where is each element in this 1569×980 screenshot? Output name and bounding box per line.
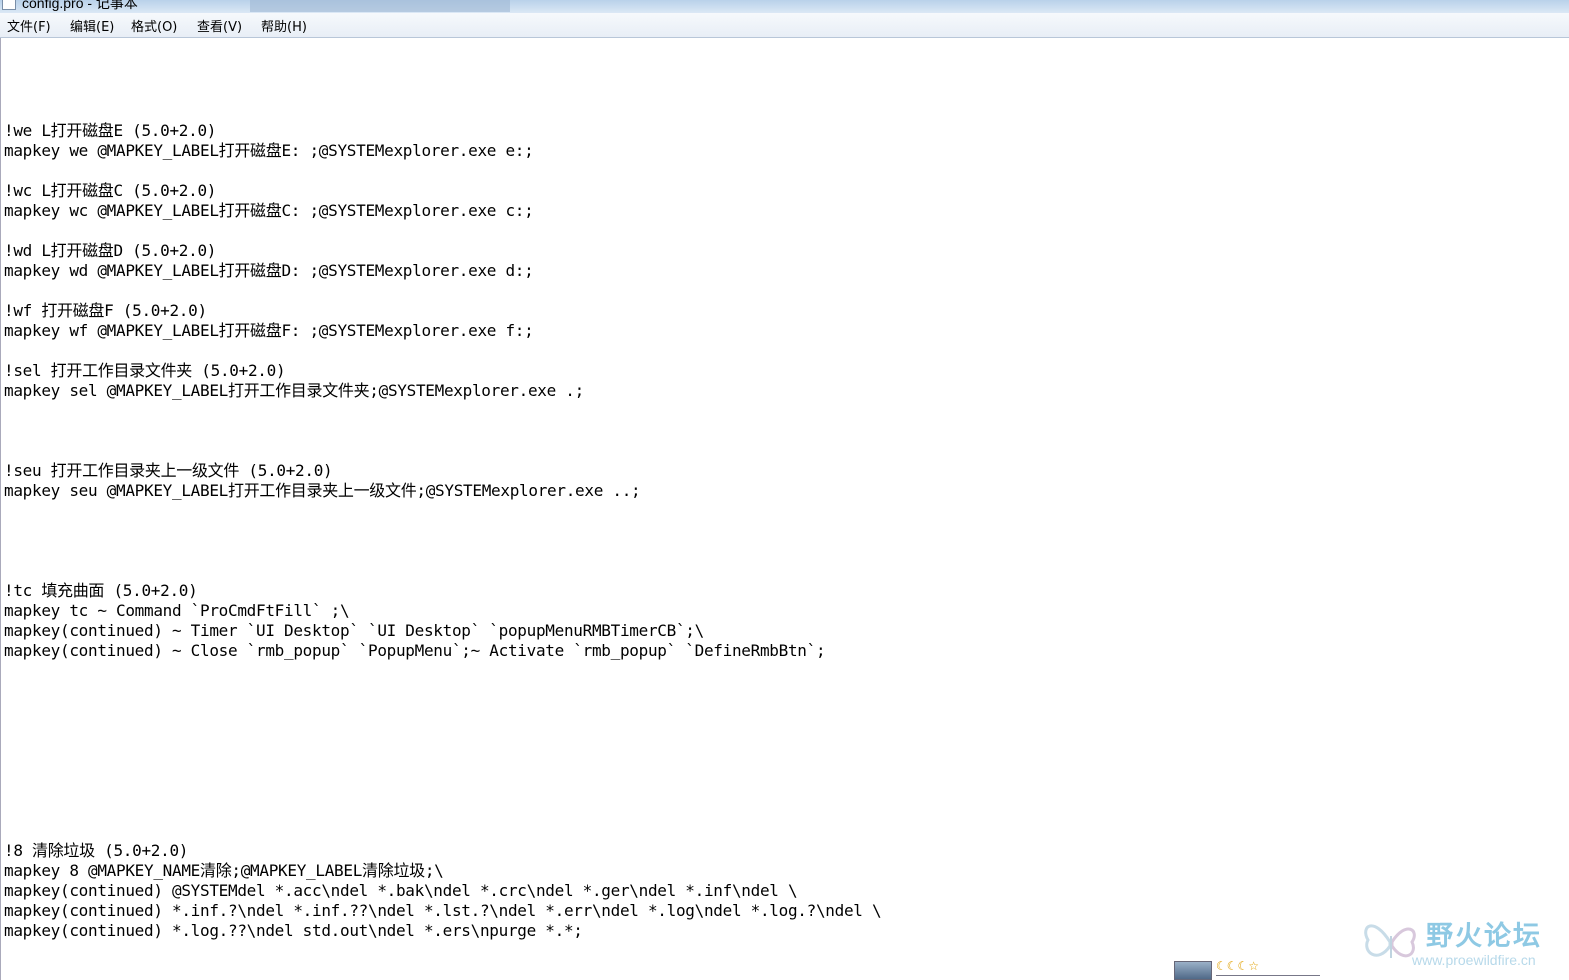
text-line: mapkey(continued) @SYSTEMdel *.acc\ndel …: [4, 881, 798, 900]
text-line: !wf 打开磁盘F (5.0+2.0): [4, 301, 207, 320]
text-line: mapkey wf @MAPKEY_LABEL打开磁盘F: ;@SYSTEMex…: [4, 321, 534, 340]
menu-file[interactable]: 文件(F): [5, 16, 53, 35]
menu-view[interactable]: 查看(V): [195, 16, 244, 35]
text-editor[interactable]: !we L打开磁盘E (5.0+2.0) mapkey we @MAPKEY_L…: [0, 38, 1569, 980]
rank-icon: ☾☾☾☆: [1216, 959, 1260, 973]
text-line: mapkey(continued) ~ Close `rmb_popup` `P…: [4, 641, 826, 660]
text-line: !wd L打开磁盘D (5.0+2.0): [4, 241, 217, 260]
text-line: mapkey wd @MAPKEY_LABEL打开磁盘D: ;@SYSTEMex…: [4, 261, 534, 280]
text-line: mapkey(continued) ~ Timer `UI Desktop` `…: [4, 621, 704, 640]
watermark-text: 野火论坛: [1426, 921, 1542, 952]
taskbar-tab: [250, 0, 510, 12]
menu-help[interactable]: 帮助(H): [259, 16, 309, 35]
forum-watermark: 野火论坛 www.proewildfire.cn: [1360, 912, 1560, 972]
text-line: mapkey(continued) *.inf.?\ndel *.inf.??\…: [4, 901, 882, 920]
divider: [1216, 975, 1320, 976]
text-line: mapkey(continued) *.log.??\ndel std.out\…: [4, 921, 583, 940]
avatar: [1174, 961, 1212, 980]
text-line: mapkey sel @MAPKEY_LABEL打开工作目录文件夹;@SYSTE…: [4, 381, 584, 400]
text-line: !tc 填充曲面 (5.0+2.0): [4, 581, 198, 600]
window-title: config.pro - 记事本: [22, 0, 138, 11]
text-line: !sel 打开工作目录文件夹 (5.0+2.0): [4, 361, 286, 380]
text-line: !seu 打开工作目录夹上一级文件 (5.0+2.0): [4, 461, 333, 480]
text-line: mapkey 8 @MAPKEY_NAME清除;@MAPKEY_LABEL清除垃…: [4, 861, 444, 880]
text-line: mapkey seu @MAPKEY_LABEL打开工作目录夹上一级文件;@SY…: [4, 481, 641, 500]
text-line: !wc L打开磁盘C (5.0+2.0): [4, 181, 217, 200]
menu-bar: 文件(F) 编辑(E) 格式(O) 查看(V) 帮助(H): [0, 13, 1569, 38]
text-line: mapkey we @MAPKEY_LABEL打开磁盘E: ;@SYSTEMex…: [4, 141, 534, 160]
watermark-url: www.proewildfire.cn: [1412, 952, 1536, 968]
text-line: mapkey tc ~ Command `ProCmdFtFill` ;\: [4, 601, 350, 620]
text-line: !we L打开磁盘E (5.0+2.0): [4, 121, 217, 140]
text-line: mapkey wc @MAPKEY_LABEL打开磁盘C: ;@SYSTEMex…: [4, 201, 534, 220]
text-line: !8 清除垃圾 (5.0+2.0): [4, 841, 189, 860]
user-avatar-card: ☾☾☾☆: [1174, 959, 1320, 980]
menu-edit[interactable]: 编辑(E): [68, 16, 116, 35]
title-bar: config.pro - 记事本: [0, 0, 1569, 13]
menu-format[interactable]: 格式(O): [129, 16, 179, 35]
notepad-icon: [2, 0, 16, 10]
